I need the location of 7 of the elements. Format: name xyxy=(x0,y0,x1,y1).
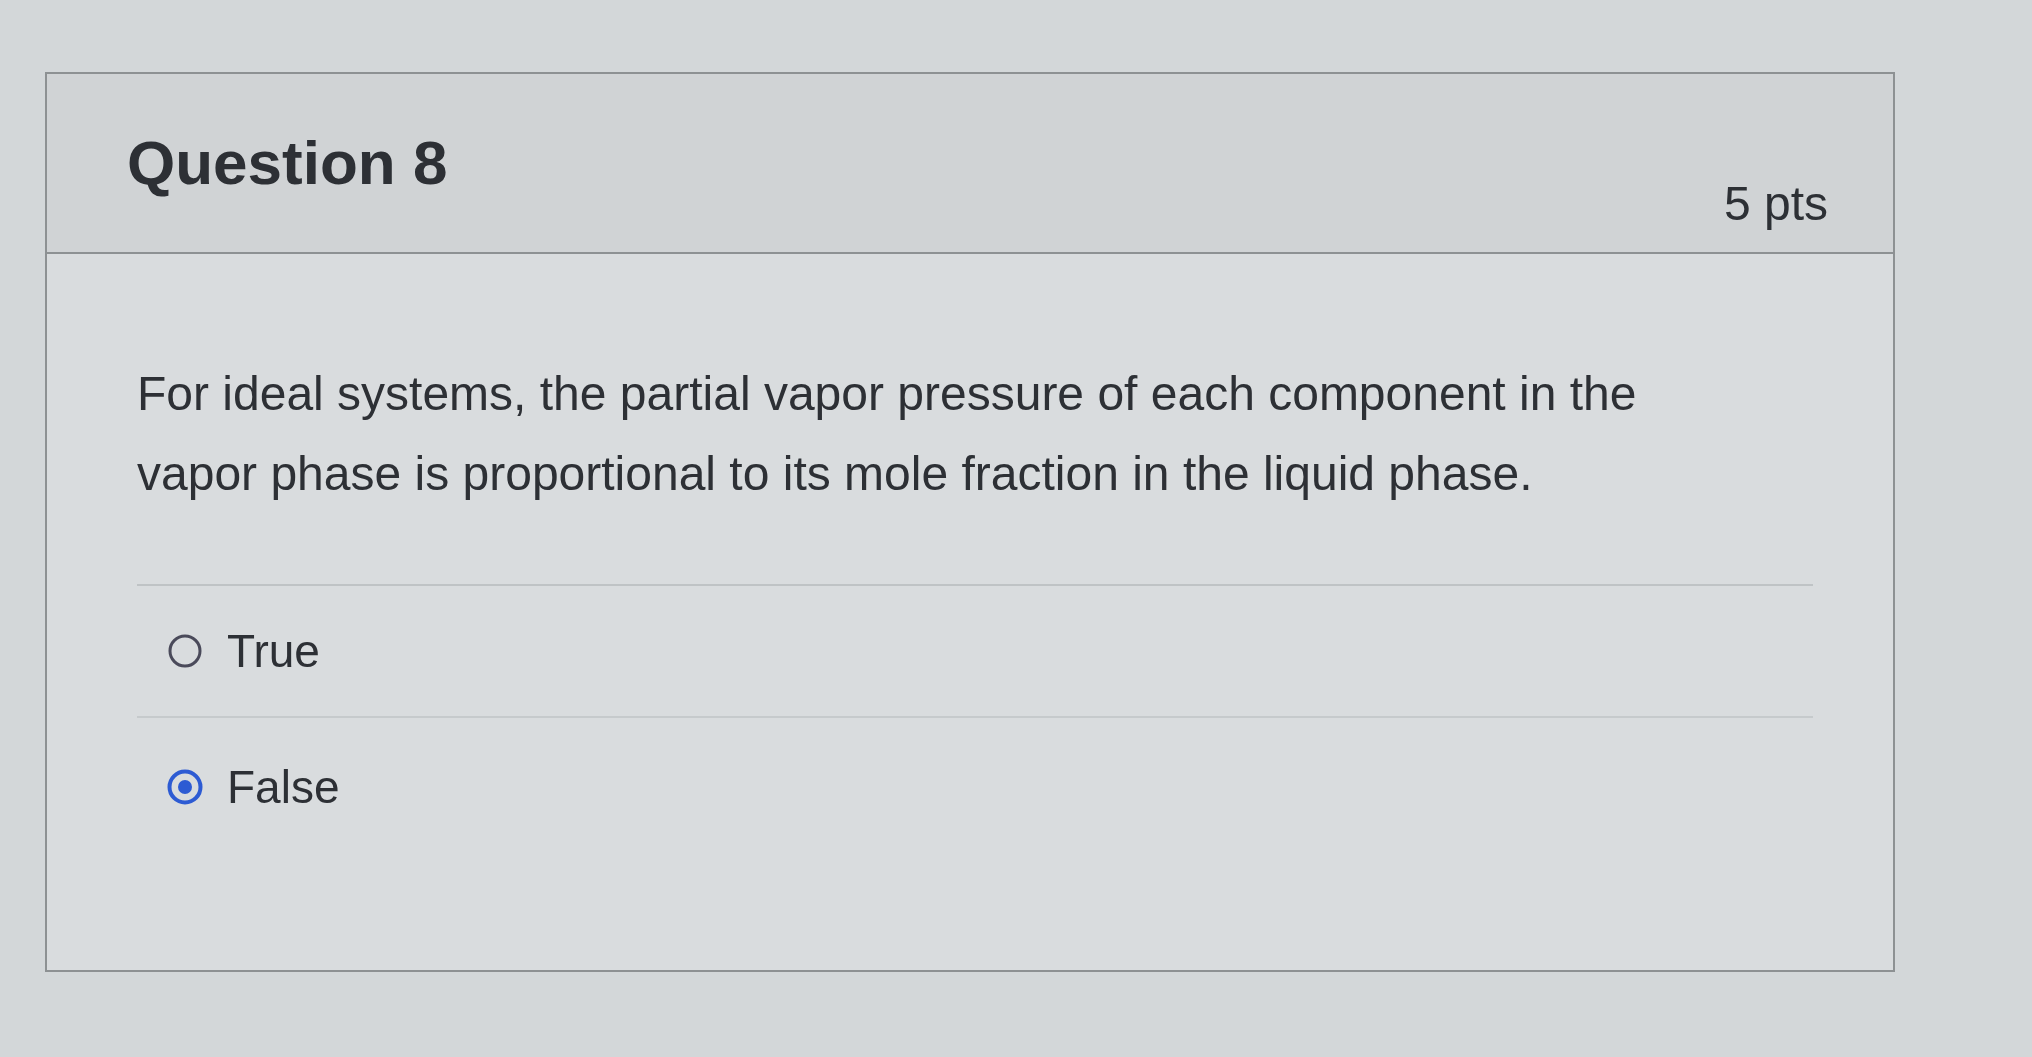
answer-label[interactable]: True xyxy=(227,616,320,686)
answer-label[interactable]: False xyxy=(227,752,340,822)
question-text: For ideal systems, the partial vapor pressure of each component in the vapor phase is proportional to its mole fraction in the liquid phase. xyxy=(137,366,1638,502)
radio-selected-icon[interactable] xyxy=(167,769,203,805)
points-label: 5 pts xyxy=(1723,176,1828,232)
question-title: Question 8 xyxy=(127,127,448,199)
radio-icon[interactable] xyxy=(167,633,203,669)
